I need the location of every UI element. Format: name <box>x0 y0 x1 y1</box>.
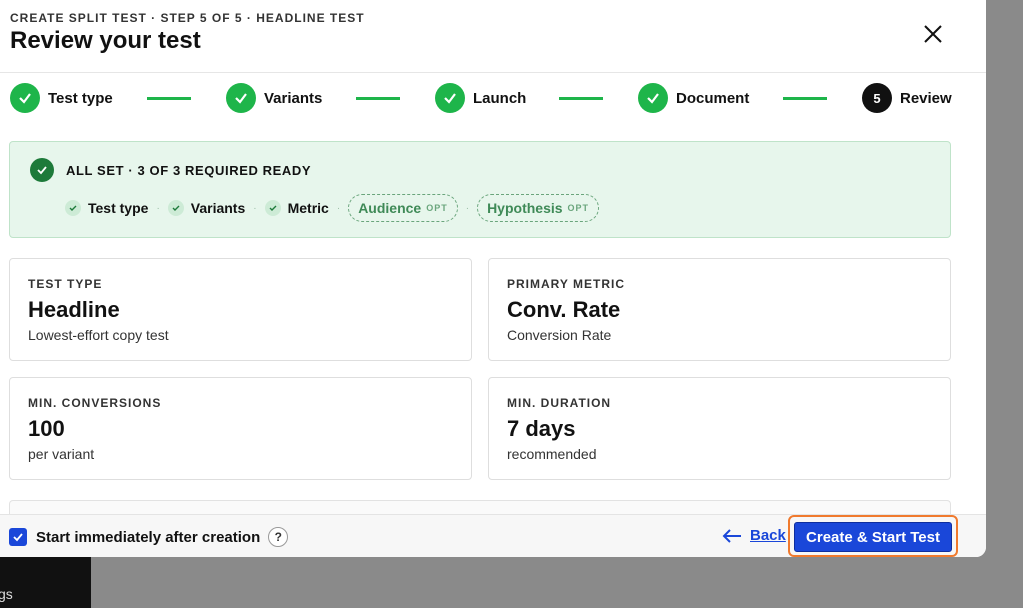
step-label: Launch <box>473 89 527 107</box>
auto-start-checkbox[interactable] <box>9 528 27 546</box>
help-icon[interactable]: ? <box>268 527 289 547</box>
summary-card-min-conversions: MIN. CONVERSIONS 100 per variant <box>9 377 472 480</box>
stepper: Test type Variants Launch Document 5 Rev… <box>0 73 986 123</box>
check-icon <box>638 83 668 113</box>
check-icon <box>226 83 256 113</box>
step-label: Review <box>900 89 952 107</box>
back-button[interactable]: Back <box>722 527 786 544</box>
requirement-label: Metric <box>287 200 329 216</box>
card-value: Conv. Rate <box>507 297 621 322</box>
back-label: Back <box>750 527 786 544</box>
step-connector <box>147 97 191 100</box>
card-value: Headline <box>28 297 120 322</box>
readiness-title: ALL SET · 3 OF 3 REQUIRED READY <box>66 163 312 178</box>
create-and-start-test-button[interactable]: Create & Start Test <box>794 522 952 552</box>
card-label: TEST TYPE <box>28 277 103 291</box>
step-label: Variants <box>264 89 323 107</box>
check-icon <box>10 83 40 113</box>
requirements-list: Test type · Variants · Metric · Audience… <box>65 194 600 222</box>
close-icon <box>924 25 942 43</box>
requirement-label: Variants <box>190 200 246 216</box>
checkmark-icon <box>13 533 23 542</box>
card-label: PRIMARY METRIC <box>507 277 626 291</box>
requirement-label: Test type <box>88 200 149 216</box>
step-review: 5 Review <box>862 83 952 113</box>
check-icon <box>264 200 281 216</box>
step-label: Test type <box>48 89 113 107</box>
step-launch[interactable]: Launch <box>435 83 526 113</box>
modal-footer: Start immediately after creation ? Back … <box>0 514 986 557</box>
card-subtext: recommended <box>507 446 597 462</box>
requirement-item: Test type <box>65 200 148 216</box>
card-subtext: per variant <box>28 446 95 462</box>
step-connector <box>356 97 400 100</box>
background-partial-text: gs <box>0 586 13 602</box>
step-test-type[interactable]: Test type <box>10 83 113 113</box>
optional-tag: OPT <box>426 203 448 213</box>
check-icon <box>65 200 81 216</box>
card-label: MIN. DURATION <box>507 396 612 410</box>
close-button[interactable] <box>918 19 948 49</box>
page-title: Review your test <box>10 27 201 54</box>
optional-chip-audience[interactable]: Audience OPT <box>348 194 458 222</box>
card-value: 100 <box>28 416 65 441</box>
requirement-item: Metric <box>264 200 329 216</box>
card-subtext: Lowest-effort copy test <box>28 327 169 343</box>
requirement-item: Variants <box>167 200 246 216</box>
step-connector <box>559 97 603 100</box>
summary-card-primary-metric: PRIMARY METRIC Conv. Rate Conversion Rat… <box>488 258 951 361</box>
primary-button-focus-ring: Create & Start Test <box>788 515 958 557</box>
optional-tag: OPT <box>567 203 590 213</box>
modal-header: CREATE SPLIT TEST · STEP 5 OF 5 · HEADLI… <box>0 0 986 73</box>
auto-start-toggle[interactable]: Start immediately after creation ? <box>9 527 289 547</box>
create-split-test-modal: CREATE SPLIT TEST · STEP 5 OF 5 · HEADLI… <box>0 0 986 557</box>
background-panel: gs <box>0 556 91 608</box>
optional-label: Hypothesis <box>487 200 563 216</box>
summary-card-min-duration: MIN. DURATION 7 days recommended <box>488 377 951 480</box>
auto-start-label: Start immediately after creation <box>36 528 261 546</box>
arrow-left-icon <box>722 528 741 543</box>
step-document[interactable]: Document <box>638 83 749 113</box>
card-label: MIN. CONVERSIONS <box>28 396 162 410</box>
optional-label: Audience <box>358 200 422 216</box>
card-value: 7 days <box>507 416 576 441</box>
step-eyebrow: CREATE SPLIT TEST · STEP 5 OF 5 · HEADLI… <box>10 11 365 25</box>
card-subtext: Conversion Rate <box>507 327 612 343</box>
check-circle-icon <box>30 158 54 182</box>
check-icon <box>435 83 465 113</box>
check-icon <box>167 200 184 216</box>
step-connector <box>783 97 827 100</box>
step-variants[interactable]: Variants <box>226 83 322 113</box>
summary-card-test-type: TEST TYPE Headline Lowest-effort copy te… <box>9 258 472 361</box>
readiness-panel: ALL SET · 3 OF 3 REQUIRED READY Test typ… <box>9 141 951 238</box>
step-number: 5 <box>862 83 892 113</box>
step-label: Document <box>676 89 750 107</box>
optional-chip-hypothesis[interactable]: Hypothesis OPT <box>477 194 600 222</box>
